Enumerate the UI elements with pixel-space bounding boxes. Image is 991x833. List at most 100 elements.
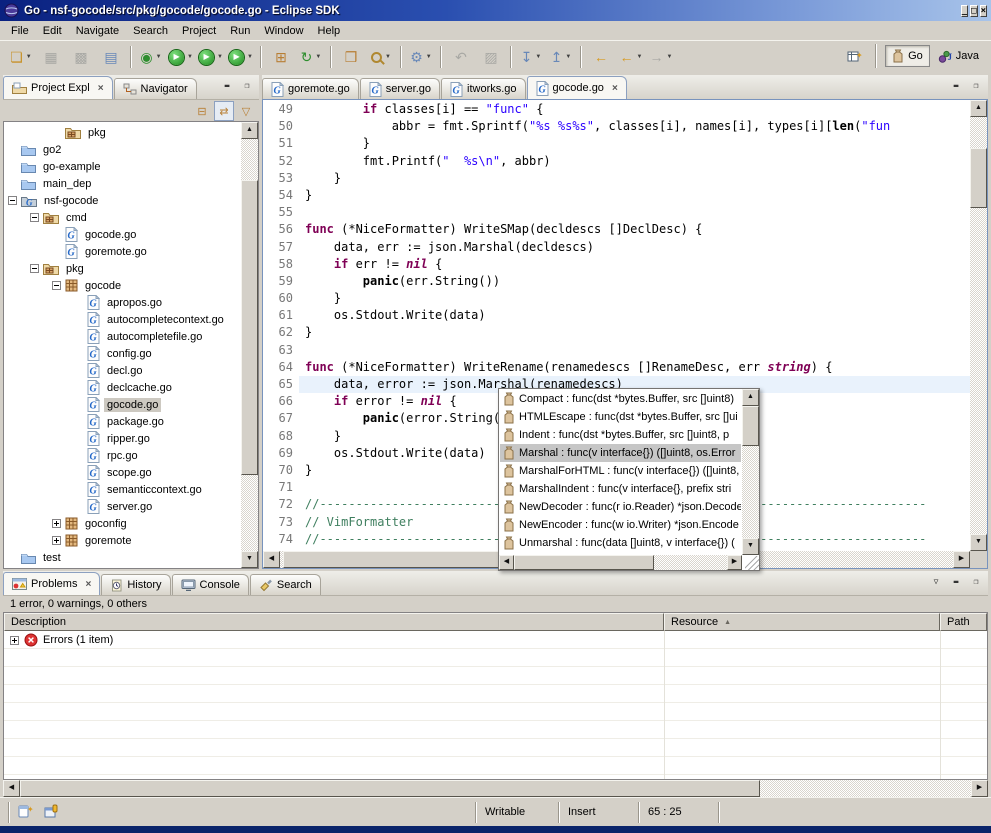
menu-file[interactable]: File [4, 23, 36, 39]
dropdown-arrow-icon[interactable]: ▼ [565, 54, 571, 60]
eclipse-logo-icon[interactable] [4, 3, 19, 18]
tree-item-pkg[interactable]: pkg [4, 260, 241, 277]
column-header-path[interactable]: Path [940, 613, 987, 631]
tree-item-decl-go[interactable]: Gdecl.go [4, 362, 241, 379]
toolbar-last-edit-location-button[interactable]: ← [587, 45, 615, 69]
problems-tab-history[interactable]: History [101, 574, 170, 595]
tree-item-pkg[interactable]: pkg [4, 124, 241, 141]
toolbar-undo-button[interactable]: ↶ [447, 45, 475, 69]
menu-run[interactable]: Run [223, 23, 257, 39]
maximize-view-icon[interactable]: ❐ [968, 575, 984, 589]
minimize-view-icon[interactable]: ▬ [948, 575, 964, 589]
menu-window[interactable]: Window [257, 23, 310, 39]
tree-expander-icon[interactable] [52, 519, 65, 528]
tree-item-declcache-go[interactable]: Gdeclcache.go [4, 379, 241, 396]
tree-expander-icon[interactable] [30, 213, 43, 222]
popup-scroll-right[interactable]: ▶ [727, 555, 742, 570]
dropdown-arrow-icon[interactable]: ▼ [315, 54, 321, 60]
view-menu-icon[interactable]: ▽ [928, 575, 944, 589]
completion-item-newdecoder[interactable]: NewDecoder : func(r io.Reader) *json.Dec… [500, 498, 741, 516]
tree-item-scope-go[interactable]: Gscope.go [4, 464, 241, 481]
popup-scroll-down[interactable]: ▼ [742, 538, 759, 555]
tree-item-package-go[interactable]: Gpackage.go [4, 413, 241, 430]
menu-search[interactable]: Search [126, 23, 175, 39]
editor-scroll-up[interactable]: ▲ [970, 100, 987, 117]
tree-item-ripper-go[interactable]: Gripper.go [4, 430, 241, 447]
close-tab-icon[interactable]: × [85, 579, 91, 590]
dropdown-arrow-icon[interactable]: ▼ [187, 54, 193, 60]
tree-scrollbar[interactable]: ▲ ▼ [241, 122, 258, 568]
tree-item-goremote[interactable]: goremote [4, 532, 241, 549]
popup-scroll-left[interactable]: ◀ [499, 555, 514, 570]
editor-tab-itworks-go[interactable]: Gitworks.go [441, 78, 526, 99]
toolbar-run-external-button[interactable]: ▶▼ [227, 45, 255, 69]
open-perspective-button[interactable]: ✦ [840, 44, 868, 68]
popup-vscrollbar[interactable]: ▲ ▼ [742, 389, 759, 555]
dropdown-arrow-icon[interactable]: ▼ [26, 54, 32, 60]
popup-scroll-up[interactable]: ▲ [742, 389, 759, 406]
tree-item-gocode[interactable]: gocode [4, 277, 241, 294]
fast-view-icon[interactable]: ✦ [18, 803, 34, 819]
perspective-go-button[interactable]: Go [885, 45, 930, 67]
problems-scroll-left[interactable]: ◀ [3, 780, 20, 797]
editor-vscrollbar[interactable]: ▲ ▼ [970, 100, 987, 551]
tree-expander-icon[interactable] [52, 536, 65, 545]
tree-item-go-example[interactable]: go-example [4, 158, 241, 175]
tree-item-semanticcontext-go[interactable]: Gsemanticcontext.go [4, 481, 241, 498]
tree-expander-icon[interactable] [30, 264, 43, 273]
popup-resize-grip[interactable] [745, 556, 759, 570]
problems-hscrollbar[interactable]: ◀ ▶ [3, 780, 988, 797]
tree-item-apropos-go[interactable]: Gapropos.go [4, 294, 241, 311]
completion-item-compact[interactable]: Compact : func(dst *bytes.Buffer, src []… [500, 390, 741, 408]
collapse-all-button[interactable]: ⊟ [193, 102, 211, 120]
toolbar-save-all-button[interactable]: ▩ [67, 45, 95, 69]
editor-scroll-right[interactable]: ▶ [953, 551, 970, 568]
dropdown-arrow-icon[interactable]: ▼ [156, 54, 162, 60]
close-tab-icon[interactable]: × [612, 83, 618, 94]
problems-scroll-right[interactable]: ▶ [971, 780, 988, 797]
editor-scroll-left[interactable]: ◀ [263, 551, 280, 568]
completion-item-indent[interactable]: Indent : func(dst *bytes.Buffer, src []u… [500, 426, 741, 444]
tree-item-goconfig[interactable]: goconfig [4, 515, 241, 532]
toolbar-print-button[interactable]: ▤ [97, 45, 125, 69]
explorer-tab-navigator[interactable]: Navigator [114, 78, 197, 99]
dropdown-arrow-icon[interactable]: ▼ [426, 54, 432, 60]
perspective-java-button[interactable]: JJava [932, 47, 985, 66]
dropdown-arrow-icon[interactable]: ▼ [247, 54, 253, 60]
toolbar-format-button[interactable]: ▨ [477, 45, 505, 69]
toolbar-forward-button[interactable]: →▼ [647, 45, 675, 69]
maximize-view-icon[interactable]: ❐ [968, 79, 984, 93]
link-with-editor-button[interactable]: ⇄ [214, 101, 234, 121]
row-expander-icon[interactable] [10, 636, 19, 645]
maximize-button[interactable]: □ [970, 5, 977, 17]
minimize-view-icon[interactable]: ▬ [219, 79, 235, 93]
toolbar-run-button[interactable]: ▶▼ [167, 45, 195, 69]
tree-item-goremote-go[interactable]: Ggoremote.go [4, 243, 241, 260]
dropdown-arrow-icon[interactable]: ▼ [385, 54, 391, 60]
view-menu-button[interactable]: ▽ [237, 102, 255, 120]
problem-row-errors[interactable]: Errors (1 item) [4, 631, 987, 649]
completion-item-marshalindent[interactable]: MarshalIndent : func(v interface{}, pref… [500, 480, 741, 498]
tree-item-config-go[interactable]: Gconfig.go [4, 345, 241, 362]
toolbar-next-annotation-button[interactable]: ↧▼ [517, 45, 545, 69]
editor-scroll-down[interactable]: ▼ [970, 534, 987, 551]
column-header-resource[interactable]: Resource▲ [664, 613, 940, 631]
tree-item-test[interactable]: test [4, 549, 241, 566]
tree-item-go2[interactable]: go2 [4, 141, 241, 158]
toolbar-new-wizard-button[interactable]: ❏▼ [7, 45, 35, 69]
toolbar-previous-annotation-button[interactable]: ↥▼ [547, 45, 575, 69]
dropdown-arrow-icon[interactable]: ▼ [667, 54, 673, 60]
toolbar-back-button[interactable]: ←▼ [617, 45, 645, 69]
toolbar-debug-button[interactable]: ◉▼ [137, 45, 165, 69]
tree-item-main-dep[interactable]: main_dep [4, 175, 241, 192]
toolbar-search-button[interactable]: ▼ [367, 45, 395, 69]
tree-item-rpc-go[interactable]: Grpc.go [4, 447, 241, 464]
tree-item-nsf-gocode[interactable]: Gnsf-gocode [4, 192, 241, 209]
editor-tab-gocode-go[interactable]: Ggocode.go× [527, 76, 627, 99]
external-tools-status-icon[interactable] [44, 803, 60, 819]
popup-hscrollbar[interactable]: ◀ ▶ [499, 555, 742, 570]
completion-item-newencoder[interactable]: NewEncoder : func(w io.Writer) *json.Enc… [500, 516, 741, 534]
toolbar-new-go-package-button[interactable]: ⊞ [267, 45, 295, 69]
toolbar-run-history-button[interactable]: ▶▼ [197, 45, 225, 69]
close-tab-icon[interactable]: × [98, 83, 104, 94]
